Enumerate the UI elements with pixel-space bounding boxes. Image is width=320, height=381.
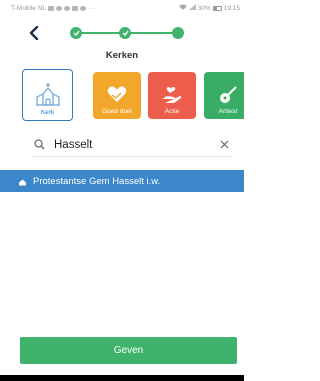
search-input[interactable] (46, 138, 216, 151)
wifi-icon (178, 4, 187, 12)
church-icon (17, 177, 27, 186)
carrier-label: T-Mobile NL (11, 4, 47, 12)
mail-icon (72, 5, 79, 11)
status-right: 30% 19:15 (178, 4, 240, 12)
step-1-complete (70, 27, 82, 39)
category-label: Kerk (40, 109, 55, 116)
category-goed-doel[interactable]: Goed doel (93, 72, 141, 119)
status-left: T-Mobile NL ··· (11, 5, 95, 12)
navigation-bar (0, 375, 244, 381)
hand-heart-icon (161, 85, 183, 105)
category-label: Goed doel (102, 108, 132, 115)
battery-percent: 30% (197, 4, 211, 12)
close-icon (220, 140, 228, 149)
page-title: Kerken (105, 50, 139, 61)
back-button[interactable] (25, 23, 43, 43)
more-notifications-icon: ··· (88, 4, 95, 12)
check-icon (73, 30, 80, 36)
category-actie[interactable]: Actie (148, 72, 196, 119)
check-icon (122, 30, 129, 36)
chat-icon (56, 5, 63, 11)
result-item[interactable]: Protestantse Gem Hasselt i.w. (0, 170, 244, 192)
result-label: Protestantse Gem Hasselt i.w. (33, 175, 161, 187)
category-row: Kerk Goed doel Actie Artiest (21, 69, 244, 121)
category-artiest[interactable]: Artiest (204, 72, 244, 119)
church-icon (35, 82, 61, 106)
search-icon (32, 139, 46, 150)
category-kerk[interactable]: Kerk (22, 69, 73, 121)
handshake-heart-icon (106, 85, 128, 105)
clear-search-button[interactable] (216, 137, 232, 153)
battery-icon (212, 5, 222, 11)
step-3-current (172, 27, 184, 39)
signal-icon (188, 4, 196, 12)
progress-stepper (62, 24, 188, 42)
heart-icon (48, 5, 55, 11)
instagram-icon (80, 5, 87, 11)
step-2-complete (119, 27, 131, 39)
category-label: Artiest (218, 108, 238, 115)
status-bar: T-Mobile NL ··· 30% 19:15 (0, 0, 244, 16)
guitar-icon (218, 85, 238, 105)
search-bar (32, 133, 232, 157)
geven-button[interactable]: Geven (20, 337, 237, 364)
clock: 19:15 (223, 4, 240, 12)
category-label: Actie (164, 108, 180, 115)
chevron-left-icon (29, 26, 39, 40)
whatsapp-icon (64, 5, 71, 11)
